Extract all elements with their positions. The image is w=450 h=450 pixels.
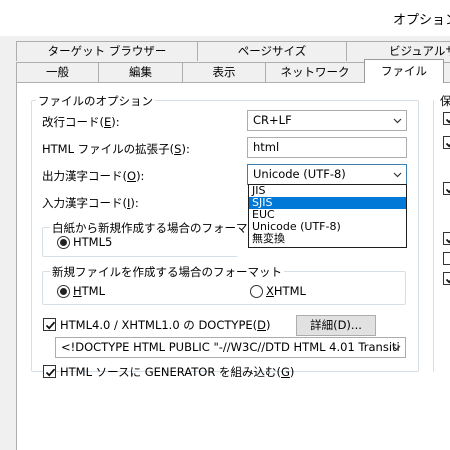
- doctype-details-button[interactable]: 詳細(D)...: [296, 315, 376, 336]
- html-radio-label: HTML: [73, 284, 106, 298]
- right-checkbox-2[interactable]: [443, 136, 450, 149]
- checkmark-icon: [445, 118, 450, 124]
- tab-visual[interactable]: ビジュアルサイ: [346, 41, 450, 61]
- window-title: オプション: [393, 13, 450, 28]
- right-checkbox-3[interactable]: [443, 182, 450, 195]
- input-charset-label: 入力漢字コード(I):: [42, 196, 139, 210]
- xhtml-radio-label: XHTML: [266, 284, 306, 298]
- right-group-border: [433, 100, 434, 372]
- newline-select-value: CR+LF: [253, 113, 292, 127]
- checkmark-icon: [45, 321, 56, 330]
- html5-radio-label: HTML5: [73, 235, 113, 249]
- chevron-down-icon: [393, 118, 402, 124]
- chevron-down-icon: [392, 345, 401, 351]
- output-charset-dropdown-list: JIS SJIS EUC Unicode (UTF-8) 無変換: [248, 184, 407, 248]
- html-ext-input[interactable]: html: [247, 137, 407, 158]
- doctype-label: HTML4.0 / XHTML1.0 の DOCTYPE(D): [60, 318, 271, 332]
- doctype-select[interactable]: <!DOCTYPE HTML PUBLIC "-//W3C//DTD HTML …: [55, 337, 406, 358]
- tab-target-browser[interactable]: ターゲット ブラウザー: [16, 41, 198, 61]
- doctype-select-value: <!DOCTYPE HTML PUBLIC "-//W3C//DTD HTML …: [61, 340, 400, 354]
- right-group-legend: 保: [438, 93, 450, 109]
- right-checkbox-4[interactable]: [443, 232, 450, 245]
- tab-file[interactable]: ファイル: [364, 59, 444, 83]
- checkmark-icon: [445, 238, 450, 244]
- dropdown-item-jis[interactable]: JIS: [249, 185, 406, 197]
- newline-label: 改行コード(E):: [42, 115, 120, 129]
- tab-overflow[interactable]: [443, 62, 450, 82]
- tab-page-size[interactable]: ページサイズ: [197, 41, 347, 61]
- checkmark-icon: [445, 278, 450, 284]
- tab-edit[interactable]: 編集: [98, 62, 183, 82]
- checkmark-icon: [445, 142, 450, 148]
- output-charset-select[interactable]: Unicode (UTF-8): [247, 164, 407, 185]
- output-charset-label: 出力漢字コード(O):: [42, 169, 145, 183]
- html5-radio[interactable]: [57, 236, 70, 249]
- right-checkbox-6[interactable]: [443, 272, 450, 285]
- generator-label: HTML ソースに GENERATOR を組み込む(G): [60, 365, 295, 379]
- tab-general[interactable]: 一般: [16, 62, 99, 82]
- dropdown-item-no-conversion[interactable]: 無変換: [249, 233, 406, 245]
- newline-select[interactable]: CR+LF: [247, 110, 407, 131]
- generator-checkbox[interactable]: [43, 365, 56, 378]
- output-charset-select-value: Unicode (UTF-8): [253, 167, 346, 181]
- title-bar: オプション: [0, 0, 450, 36]
- doctype-checkbox[interactable]: [43, 318, 56, 331]
- html-ext-label: HTML ファイルの拡張子(S):: [42, 142, 190, 156]
- right-checkbox-5[interactable]: [443, 252, 450, 265]
- file-options-legend: ファイルのオプション: [36, 93, 155, 109]
- chevron-down-icon: [393, 172, 402, 178]
- xhtml-radio[interactable]: [250, 285, 263, 298]
- checkmark-icon: [445, 188, 450, 194]
- html-radio[interactable]: [57, 285, 70, 298]
- tab-network[interactable]: ネットワーク: [265, 62, 365, 82]
- new-file-format-legend: 新規ファイルを作成する場合のフォーマット: [50, 264, 284, 280]
- blank-new-format-legend: 白紙から新規作成する場合のフォーマット: [50, 220, 273, 236]
- tab-display[interactable]: 表示: [182, 62, 266, 82]
- checkmark-icon: [45, 368, 56, 377]
- right-checkbox-1[interactable]: [443, 112, 450, 125]
